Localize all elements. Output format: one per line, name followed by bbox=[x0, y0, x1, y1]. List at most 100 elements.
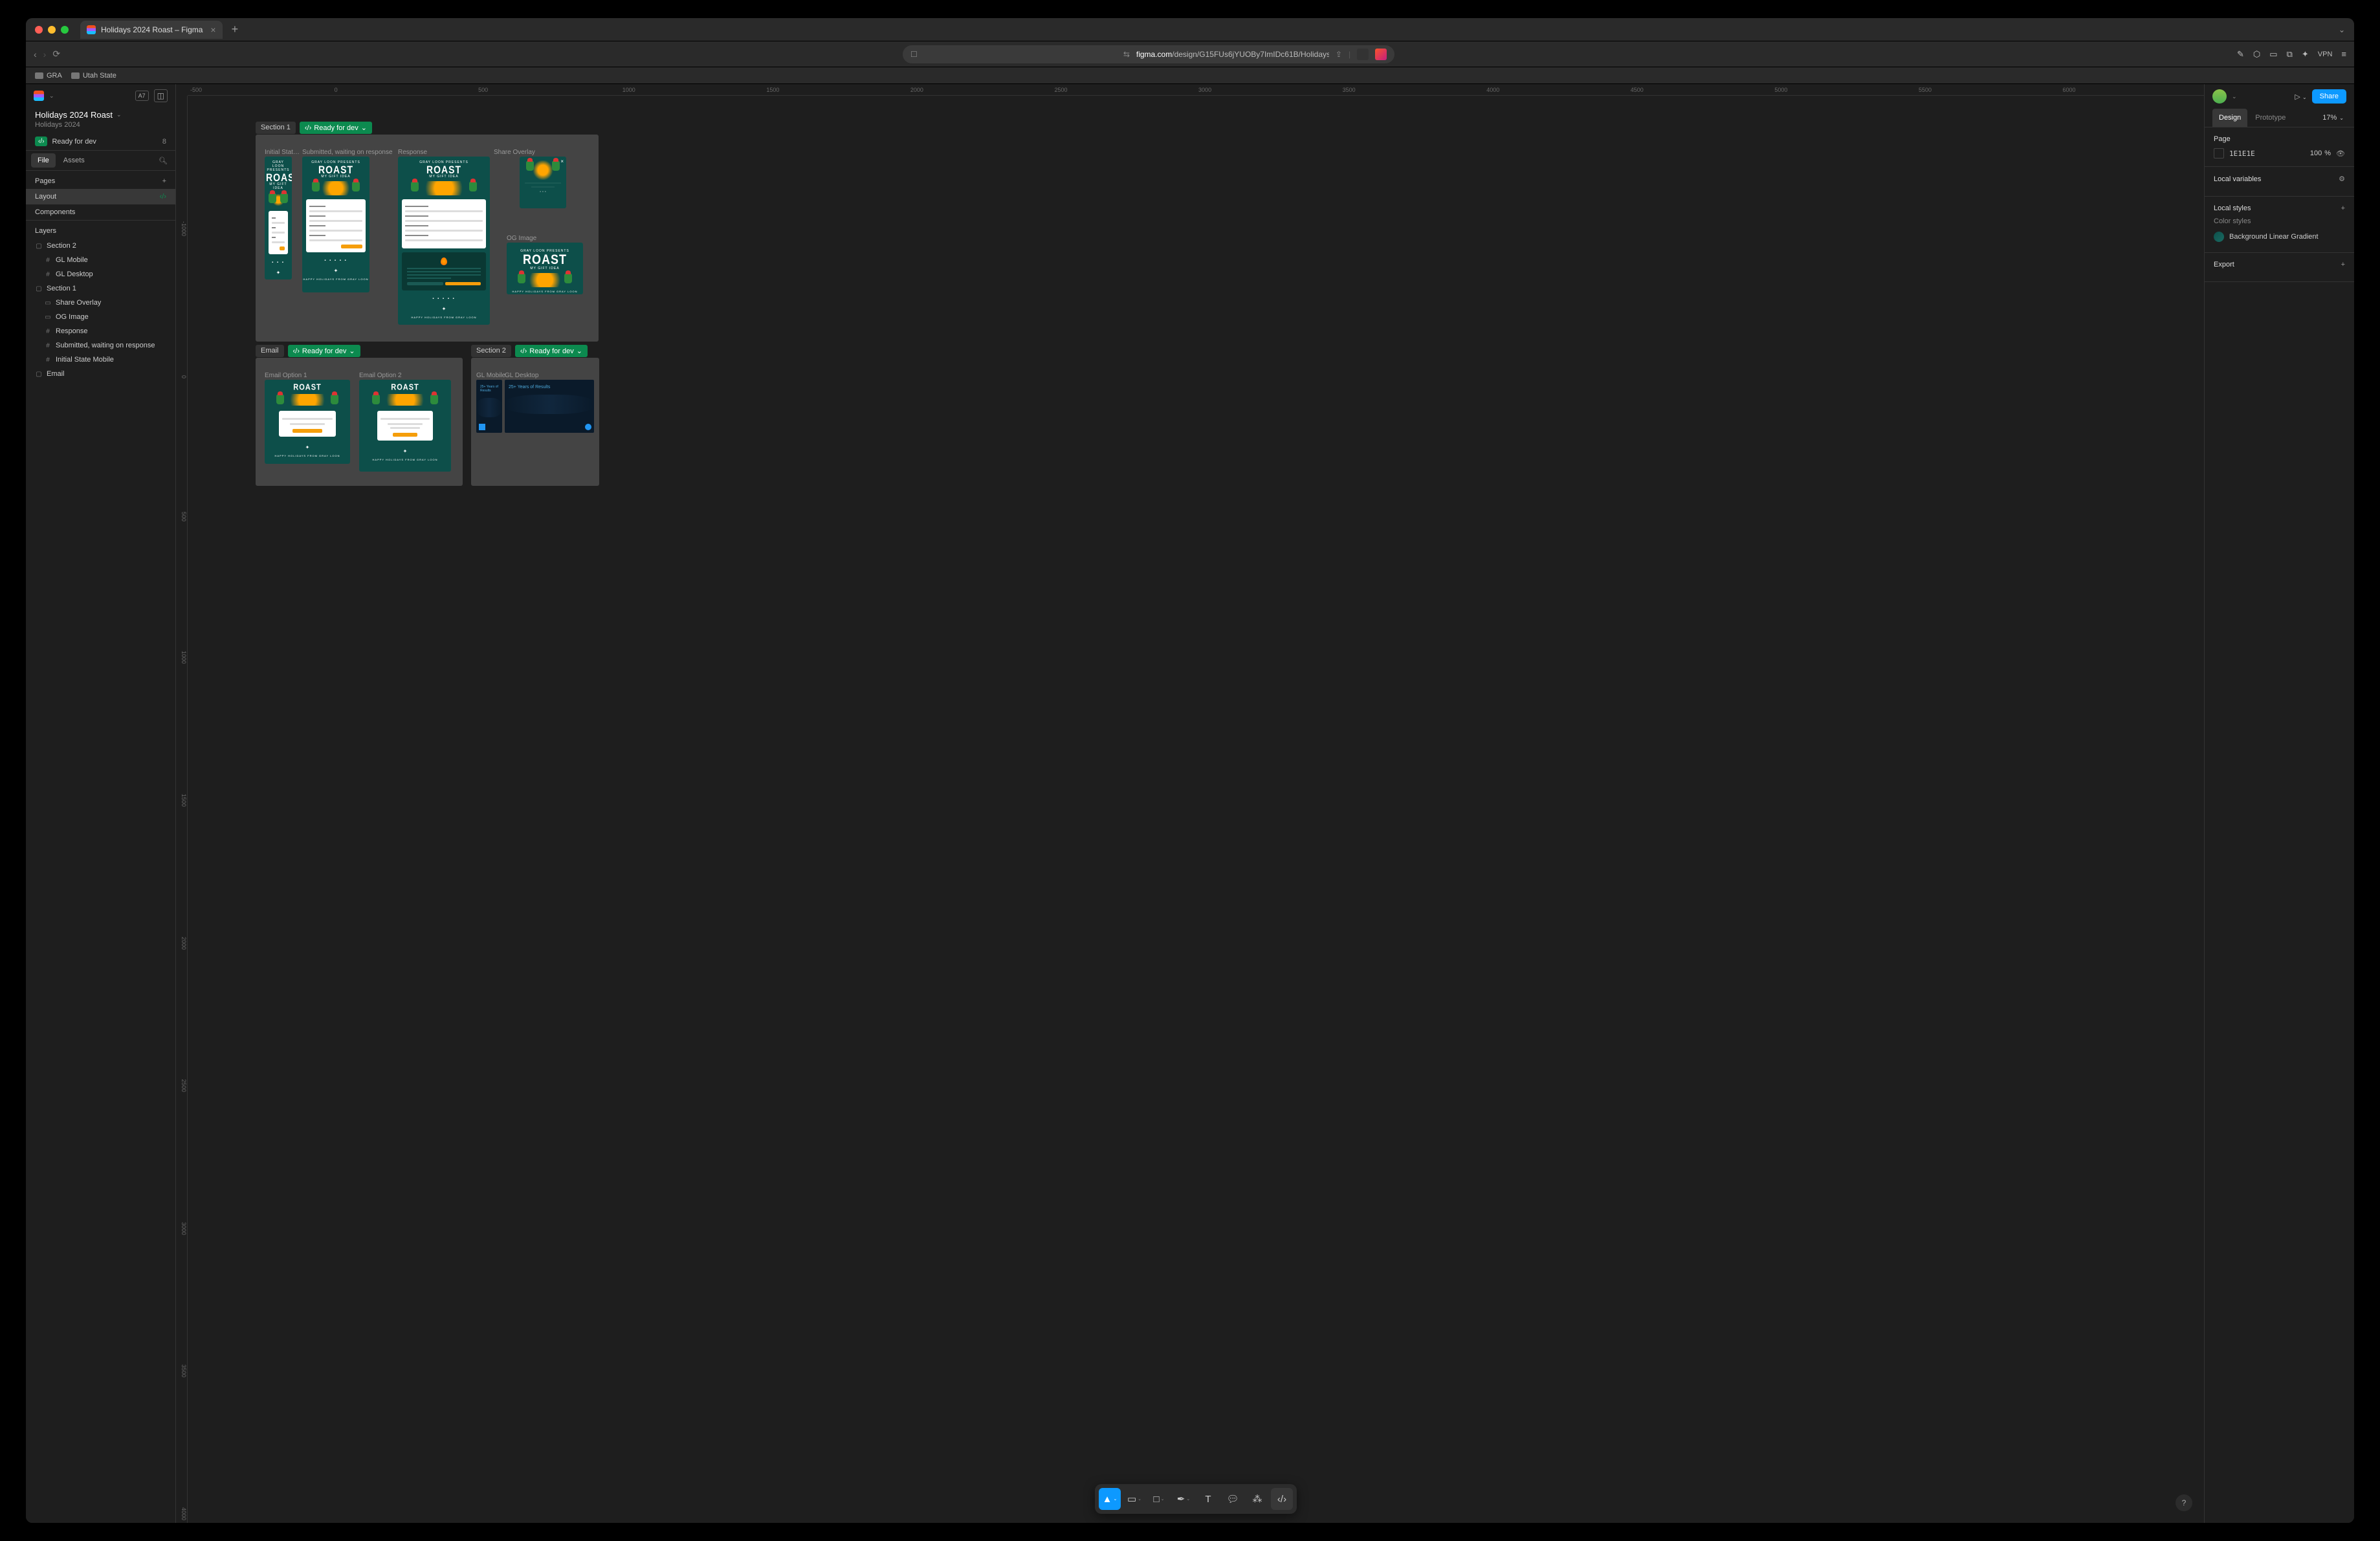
eyedropper-icon[interactable]: ✎ bbox=[2237, 49, 2244, 60]
layer-submitted[interactable]: #Submitted, waiting on response bbox=[26, 338, 175, 353]
avatar-chevron[interactable]: ⌄ bbox=[2232, 93, 2237, 100]
page-layout[interactable]: Layout‹/› bbox=[26, 189, 175, 204]
frame-email-1[interactable]: ROAST ✦ HAPPY HOLIDAYS FROM GRAY LOON bbox=[265, 380, 350, 464]
frame-initial-mobile[interactable]: GRAY LOON PRESENTSROASTMY GIFT IDEA ▪ ▪ … bbox=[265, 157, 292, 279]
hex-value[interactable]: 1E1E1E bbox=[2229, 149, 2305, 158]
frame-gl-desktop[interactable]: 25+ Years of Results bbox=[505, 380, 594, 433]
bookmark-folder-utah[interactable]: Utah State bbox=[71, 72, 116, 80]
layer-section-1[interactable]: ▢Section 1 bbox=[26, 281, 175, 296]
layer-section-2[interactable]: ▢Section 2 bbox=[26, 239, 175, 253]
frame-og-image[interactable]: GRAY LOON PRESENTSROASTMY GIFT IDEA HAPP… bbox=[507, 243, 583, 294]
help-button[interactable]: ? bbox=[2176, 1494, 2192, 1511]
shape-tool[interactable]: □⌄ bbox=[1148, 1488, 1170, 1510]
frame-email-2[interactable]: ROAST ✦ HAPPY HOLIDAYS FROM GRAY LOON bbox=[359, 380, 451, 472]
comment-tool[interactable]: 💬︎ bbox=[1222, 1488, 1244, 1510]
browser-tab[interactable]: Holidays 2024 Roast – Figma × bbox=[80, 21, 223, 39]
layer-gl-desktop[interactable]: #GL Desktop bbox=[26, 267, 175, 281]
color-swatch[interactable] bbox=[2214, 148, 2224, 158]
frame-label-email1[interactable]: Email Option 1 bbox=[265, 372, 307, 379]
section-1[interactable]: Section 1 ‹/› Ready for dev ⌄ Initial St… bbox=[256, 135, 599, 342]
layer-share-overlay[interactable]: ▭Share Overlay bbox=[26, 296, 175, 310]
dev-mode-toggle[interactable]: ‹/› bbox=[1271, 1488, 1293, 1510]
zoom-control[interactable]: 17%⌄ bbox=[2320, 109, 2346, 127]
section-1-label[interactable]: Section 1 bbox=[256, 122, 296, 134]
section-email-ready-badge[interactable]: ‹/› Ready for dev ⌄ bbox=[288, 345, 360, 357]
section-email[interactable]: Email ‹/› Ready for dev ⌄ Email Option 1… bbox=[256, 358, 463, 486]
frame-label-glm[interactable]: GL Mobile bbox=[476, 372, 505, 379]
text-tool[interactable]: T bbox=[1197, 1488, 1219, 1510]
frame-label-og[interactable]: OG Image bbox=[507, 235, 536, 242]
vpn-label[interactable]: VPN bbox=[2318, 50, 2333, 58]
canvas-area[interactable]: -500050010001500200025003000350040004500… bbox=[176, 84, 2204, 1523]
main-menu-chevron[interactable]: ⌄ bbox=[49, 93, 54, 100]
figma-logo-icon[interactable] bbox=[34, 91, 44, 101]
prototype-tab[interactable]: Prototype bbox=[2249, 109, 2292, 127]
frame-label-submitted[interactable]: Submitted, waiting on response bbox=[302, 149, 393, 156]
frame-tool[interactable]: ▭⌄ bbox=[1123, 1488, 1145, 1510]
present-button[interactable]: ▷ ⌄ bbox=[2295, 93, 2306, 101]
ready-for-dev-row[interactable]: ‹/› Ready for dev 8 bbox=[26, 133, 175, 150]
section-email-label[interactable]: Email bbox=[256, 345, 284, 357]
site-settings-icon[interactable]: ⇆ bbox=[1123, 50, 1130, 59]
page-background-row[interactable]: 1E1E1E 100% 👁 bbox=[2214, 148, 2345, 158]
design-tab[interactable]: Design bbox=[2212, 109, 2247, 127]
back-button[interactable]: ‹ bbox=[34, 49, 37, 60]
new-tab-button[interactable]: + bbox=[232, 23, 239, 36]
wallet-icon[interactable]: ▭ bbox=[2269, 49, 2277, 60]
search-icon[interactable]: 🔍︎ bbox=[156, 154, 170, 168]
layer-gl-mobile[interactable]: #GL Mobile bbox=[26, 253, 175, 267]
close-window[interactable] bbox=[35, 26, 43, 34]
forward-button[interactable]: › bbox=[43, 49, 47, 60]
share-url-icon[interactable]: ⇪ bbox=[1336, 50, 1342, 59]
opacity-value[interactable]: 100 bbox=[2310, 149, 2322, 157]
extensions-icon[interactable]: ⬡ bbox=[2253, 49, 2260, 60]
shields-icon[interactable] bbox=[1357, 49, 1369, 60]
frame-label-response[interactable]: Response bbox=[398, 149, 427, 156]
actions-tool[interactable]: ⁂ bbox=[1246, 1488, 1268, 1510]
reload-button[interactable]: ⟳ bbox=[52, 49, 60, 60]
address-bar[interactable]: ☐ ⇆ figma.com/design/G15FUs6jYUOBy7ImIDc… bbox=[903, 45, 1394, 63]
layer-initial-mobile[interactable]: #Initial State Mobile bbox=[26, 353, 175, 367]
user-avatar[interactable] bbox=[2212, 89, 2227, 104]
hamburger-icon[interactable]: ≡ bbox=[2341, 49, 2346, 59]
assets-tab[interactable]: Assets bbox=[57, 153, 91, 168]
add-export-icon[interactable]: + bbox=[2341, 261, 2345, 268]
leo-icon[interactable]: ✦ bbox=[2302, 49, 2309, 60]
project-team[interactable]: Holidays 2024 bbox=[26, 121, 175, 133]
frame-label-initial[interactable]: Initial Stat… bbox=[265, 149, 300, 156]
frame-submitted[interactable]: GRAY LOON PRESENTSROASTMY GIFT IDEA ▪ ▪ … bbox=[302, 157, 369, 292]
settings-icon[interactable]: ⚙ bbox=[2339, 175, 2345, 183]
frame-gl-mobile[interactable]: 25+ Years of Results bbox=[476, 380, 502, 433]
panel-toggle-icon[interactable]: ◫ bbox=[154, 89, 168, 102]
layer-response[interactable]: #Response bbox=[26, 324, 175, 338]
section-2-ready-badge[interactable]: ‹/› Ready for dev ⌄ bbox=[515, 345, 588, 357]
bookmark-icon[interactable]: ☐ bbox=[910, 50, 918, 59]
a7-icon[interactable]: A7 bbox=[135, 91, 149, 101]
frame-label-share[interactable]: Share Overlay bbox=[494, 149, 535, 156]
layer-og-image[interactable]: ▭OG Image bbox=[26, 310, 175, 324]
style-gradient[interactable]: Background Linear Gradient bbox=[2214, 229, 2345, 245]
file-tab[interactable]: File bbox=[31, 153, 56, 168]
maximize-window[interactable] bbox=[61, 26, 69, 34]
section-2[interactable]: Section 2 ‹/› Ready for dev ⌄ GL Mobile … bbox=[471, 358, 599, 486]
project-name[interactable]: Holidays 2024 Roast ⌄ bbox=[26, 107, 175, 121]
canvas[interactable]: Section 1 ‹/› Ready for dev ⌄ Initial St… bbox=[188, 96, 2204, 1523]
section-1-ready-badge[interactable]: ‹/› Ready for dev ⌄ bbox=[300, 122, 372, 134]
section-2-label[interactable]: Section 2 bbox=[471, 345, 511, 357]
frame-label-email2[interactable]: Email Option 2 bbox=[359, 372, 402, 379]
frame-response[interactable]: GRAY LOON PRESENTSROASTMY GIFT IDEA ▪ ▪ … bbox=[398, 157, 490, 325]
bookmark-folder-gra[interactable]: GRA bbox=[35, 72, 62, 80]
brave-icon[interactable] bbox=[1375, 49, 1387, 60]
pen-tool[interactable]: ✒⌄ bbox=[1173, 1488, 1195, 1510]
close-tab-icon[interactable]: × bbox=[210, 25, 215, 35]
minimize-window[interactable] bbox=[48, 26, 56, 34]
page-components[interactable]: Components bbox=[26, 204, 175, 220]
layer-email[interactable]: ▢Email bbox=[26, 367, 175, 381]
share-button[interactable]: Share bbox=[2312, 89, 2346, 104]
pip-icon[interactable]: ⧉ bbox=[2287, 49, 2293, 60]
add-style-icon[interactable]: + bbox=[2341, 204, 2345, 212]
add-page-icon[interactable]: + bbox=[162, 177, 166, 185]
move-tool[interactable]: ▲⌄ bbox=[1099, 1488, 1121, 1510]
visibility-toggle-icon[interactable]: 👁 bbox=[2336, 149, 2345, 158]
frame-share-overlay[interactable]: × ◦ ◦ ◦ bbox=[520, 157, 566, 208]
